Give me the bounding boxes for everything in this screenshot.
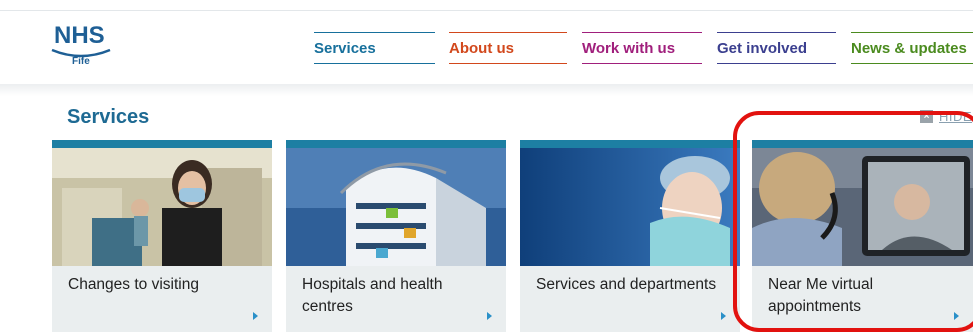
card-label: Near Me virtual appointments bbox=[768, 276, 874, 315]
card-accent-bar bbox=[520, 140, 740, 148]
card-label: Hospitals and health centres bbox=[302, 276, 443, 315]
header-shadow bbox=[0, 84, 973, 96]
chevron-right-icon bbox=[487, 312, 492, 320]
card-label: Changes to visiting bbox=[68, 276, 199, 293]
card-accent-bar bbox=[752, 140, 973, 148]
card-accent-bar bbox=[52, 140, 272, 148]
section-title: Services bbox=[67, 106, 150, 128]
nav-work-with-us[interactable]: Work with us bbox=[582, 32, 702, 64]
close-icon: × bbox=[920, 109, 933, 123]
card-hospitals-health-centres[interactable]: Hospitals and health centres bbox=[286, 140, 506, 332]
nhs-fife-logo[interactable]: NHS Fife bbox=[50, 22, 116, 68]
nav-get-involved[interactable]: Get involved bbox=[717, 32, 836, 64]
logo-brand: NHS bbox=[54, 22, 105, 49]
card-accent-bar bbox=[286, 140, 506, 148]
nav-news-updates[interactable]: News & updates bbox=[851, 32, 973, 64]
hide-link[interactable]: HIDE bbox=[939, 109, 972, 124]
chevron-right-icon bbox=[721, 312, 726, 320]
card-label: Services and departments bbox=[536, 276, 717, 293]
hide-control[interactable]: × HIDE bbox=[920, 108, 972, 124]
card-near-me-virtual-appointments[interactable]: Near Me virtual appointments bbox=[752, 140, 973, 332]
card-image-hospital bbox=[286, 148, 506, 266]
nav-about-us[interactable]: About us bbox=[449, 32, 567, 64]
card-services-departments[interactable]: Services and departments bbox=[520, 140, 740, 332]
nav-services[interactable]: Services bbox=[314, 32, 435, 64]
logo-region: Fife bbox=[72, 56, 90, 67]
site-header: NHS Fife Services About us Work with us … bbox=[0, 0, 973, 84]
card-image-near-me bbox=[752, 148, 973, 266]
card-changes-to-visiting[interactable]: Changes to visiting bbox=[52, 140, 272, 332]
card-image-departments bbox=[520, 148, 740, 266]
chevron-right-icon bbox=[253, 312, 258, 320]
card-image-visiting bbox=[52, 148, 272, 266]
header-divider bbox=[0, 10, 973, 11]
chevron-right-icon bbox=[954, 312, 959, 320]
